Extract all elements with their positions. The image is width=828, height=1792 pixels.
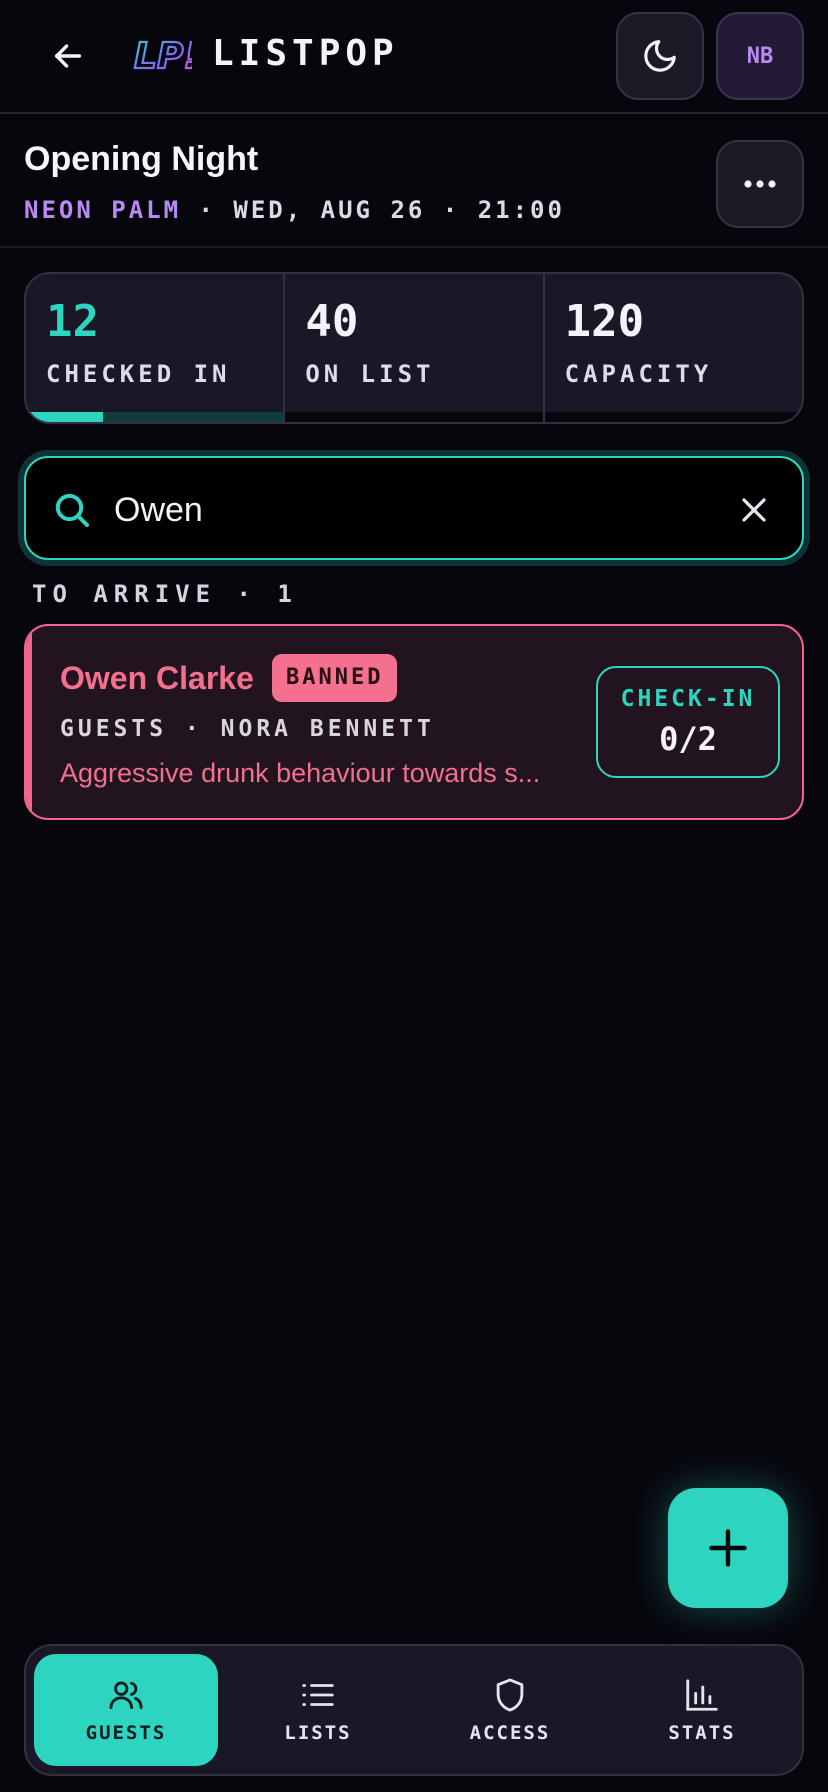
stat-track: [285, 412, 543, 422]
listpop-logo-icon: LP!: [133, 35, 192, 78]
shield-icon: [496, 1678, 524, 1712]
user-avatar-button[interactable]: NB: [716, 12, 804, 100]
more-horizontal-icon: [744, 180, 776, 188]
event-separator: ·: [181, 196, 234, 224]
clear-search-button[interactable]: [732, 488, 776, 532]
guest-name: Owen Clarke: [60, 660, 254, 696]
stat-on-list-value: 40: [305, 296, 359, 347]
search-input[interactable]: [114, 482, 714, 538]
nav-item-lists[interactable]: LISTS: [226, 1654, 410, 1766]
top-header: LP! LISTPOP NB: [0, 0, 828, 114]
event-meta: NEON PALM · WED, AUG 26 · 21:00: [24, 196, 565, 224]
check-in-label: CHECK-IN: [620, 686, 756, 712]
banned-stripe: [26, 626, 32, 818]
plus-icon: [709, 1529, 747, 1567]
nav-item-guests[interactable]: GUESTS: [34, 1654, 218, 1766]
search-bar: [24, 456, 804, 560]
users-icon: [109, 1681, 143, 1710]
stat-capacity: 120 CAPACITY: [542, 274, 802, 422]
stat-checked-in-value: 12: [46, 296, 99, 347]
nav-item-stats[interactable]: STATS: [610, 1654, 794, 1766]
stat-capacity-value: 120: [564, 296, 645, 347]
nav-label-guests: GUESTS: [85, 1722, 167, 1744]
check-in-button[interactable]: CHECK-IN 0/2: [596, 666, 780, 778]
list-icon: [302, 1684, 334, 1706]
close-icon: [742, 498, 766, 522]
search-icon: [55, 493, 89, 527]
event-title: Opening Night: [24, 140, 259, 178]
checked-in-progress-fill: [26, 412, 104, 422]
banned-badge: BANNED: [272, 654, 398, 702]
bottom-nav: GUESTS LISTS ACCESS STATS: [24, 1644, 804, 1776]
stat-on-list-label: ON LIST: [305, 360, 435, 388]
moon-icon: [644, 40, 676, 72]
app-title: LISTPOP: [212, 33, 399, 74]
bar-chart-icon: [686, 1679, 718, 1711]
add-guest-button[interactable]: [668, 1488, 788, 1608]
guest-note: Aggressive drunk behaviour towards s...: [60, 758, 541, 788]
back-button[interactable]: [40, 30, 96, 82]
stat-track: [544, 412, 802, 422]
stat-checked-in: 12 CHECKED IN: [26, 274, 284, 422]
guest-meta: GUESTS · NORA BENNETT: [60, 716, 435, 742]
check-in-count: 0/2: [659, 720, 717, 758]
nav-label-stats: STATS: [668, 1722, 736, 1744]
event-info: Opening Night NEON PALM · WED, AUG 26 · …: [0, 116, 828, 248]
nav-label-lists: LISTS: [284, 1722, 352, 1744]
stat-on-list: 40 ON LIST: [283, 274, 543, 422]
event-venue: NEON PALM: [24, 196, 182, 224]
checked-in-progress-bar: [26, 412, 284, 422]
event-date-time: WED, AUG 26 · 21:00: [233, 196, 565, 224]
nav-item-access[interactable]: ACCESS: [418, 1654, 602, 1766]
nav-label-access: ACCESS: [469, 1722, 551, 1744]
avatar-initials: NB: [746, 43, 774, 69]
stats-card: 12 CHECKED IN 40 ON LIST 120 CAPACITY: [24, 272, 804, 424]
more-options-button[interactable]: [716, 140, 804, 228]
svg-text:LP!: LP!: [134, 36, 192, 77]
stat-capacity-label: CAPACITY: [564, 360, 713, 388]
stat-checked-in-label: CHECKED IN: [46, 360, 231, 388]
theme-toggle-button[interactable]: [616, 12, 704, 100]
app-root: LP! LISTPOP NB Opening Night NEON PALM ·…: [0, 0, 828, 1792]
arrow-left-icon: [54, 44, 82, 68]
section-heading-to-arrive: TO ARRIVE · 1: [32, 580, 298, 608]
guest-card[interactable]: Owen Clarke BANNED GUESTS · NORA BENNETT…: [24, 624, 804, 820]
